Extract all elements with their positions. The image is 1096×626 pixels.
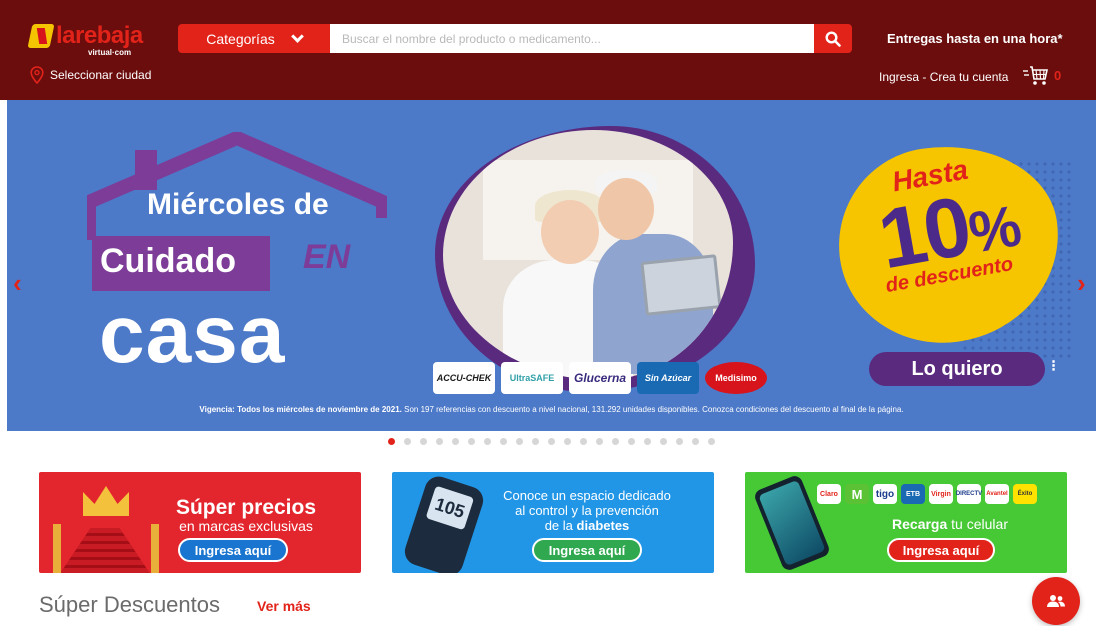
section-title: Súper Descuentos xyxy=(39,592,220,617)
logo-text: larebaja xyxy=(56,22,143,49)
promo-1-subtitle: en marcas exclusivas xyxy=(179,518,313,534)
location-pin-icon xyxy=(30,66,44,84)
promo-card-recarga[interactable]: Claro M tigo ETB Virgin DIRECTV Avantel … xyxy=(745,472,1067,573)
hero-line-3: casa xyxy=(99,289,286,380)
carousel-dot[interactable] xyxy=(644,438,651,445)
carousel-dots xyxy=(388,438,715,445)
brand-logos: ACCU-CHEK UltraSAFE Glucerna Sin Azúcar … xyxy=(433,362,767,394)
promo-card-super-precios[interactable]: Súper precios en marcas exclusivas Ingre… xyxy=(39,472,361,573)
meter-reading: 105 xyxy=(425,485,475,531)
carousel-dot[interactable] xyxy=(388,438,395,445)
carousel-dot[interactable] xyxy=(532,438,539,445)
login-link[interactable]: Ingresa - Crea tu cuenta xyxy=(879,70,1008,84)
operator-etb: ETB xyxy=(901,484,925,504)
carousel-dot[interactable] xyxy=(452,438,459,445)
categories-button[interactable]: Categorías xyxy=(178,24,330,53)
site-header: larebaja virtual·com Categorías Entregas… xyxy=(0,0,1096,100)
carousel-dot[interactable] xyxy=(468,438,475,445)
carousel-dot[interactable] xyxy=(676,438,683,445)
hero-banner[interactable]: ‹ › Miércoles de Cuidado EN casa ACCU-CH… xyxy=(7,100,1096,431)
people-icon xyxy=(1047,595,1065,607)
vigencia-bold: Vigencia: Todos los miércoles de noviemb… xyxy=(199,405,402,414)
promo-2-text-bold: diabetes xyxy=(576,518,630,533)
brand-logo[interactable]: larebaja virtual·com xyxy=(27,22,143,57)
carousel-dot[interactable] xyxy=(500,438,507,445)
cart-count: 0 xyxy=(1054,67,1062,83)
promo-3-title-bold: Recarga xyxy=(892,516,948,532)
arrow-right-icon[interactable]: › xyxy=(1077,268,1086,299)
carousel-dot[interactable] xyxy=(516,438,523,445)
lo-quiero-button[interactable]: Lo quiero xyxy=(869,352,1045,386)
search-input[interactable] xyxy=(330,24,814,53)
operator-virgin: Virgin xyxy=(929,484,953,504)
carousel-dot[interactable] xyxy=(580,438,587,445)
operator-avantel: Avantel xyxy=(985,484,1009,504)
search-icon xyxy=(825,30,841,47)
brand-logo-glucerna: Glucerna xyxy=(569,362,631,394)
ver-mas-link[interactable]: Ver más xyxy=(257,598,311,614)
promo-2-text-2: al control y la prevención xyxy=(515,503,659,518)
carousel-dot[interactable] xyxy=(420,438,427,445)
logo-mark-icon xyxy=(27,24,55,48)
promo-2-button[interactable]: Ingresa aquí xyxy=(532,538,642,562)
vigencia-text: Vigencia: Todos los miércoles de noviemb… xyxy=(7,405,1096,414)
chevron-down-icon xyxy=(290,29,304,43)
glucose-meter-icon: 105 xyxy=(401,472,487,573)
delivery-promise: Entregas hasta en una hora* xyxy=(887,31,1063,46)
promo-2-text-3: de la diabetes xyxy=(484,518,690,533)
photo-woman-head xyxy=(541,200,599,264)
carousel-dot[interactable] xyxy=(564,438,571,445)
categories-label: Categorías xyxy=(206,30,275,47)
carousel-dot[interactable] xyxy=(660,438,667,445)
operator-exito: Éxito xyxy=(1013,484,1037,504)
hero-line-2: Cuidado xyxy=(100,242,236,280)
promo-3-button[interactable]: Ingresa aquí xyxy=(887,538,995,562)
sparkle-icon: ⁝ xyxy=(1051,358,1057,375)
vigencia-detail: Son 197 referencias con descuento a nive… xyxy=(404,405,904,414)
phone-screen xyxy=(758,479,826,567)
promo-1-title: Súper precios xyxy=(175,496,317,519)
promo-2-text-1: Conoce un espacio dedicado xyxy=(503,488,671,503)
operator-claro: Claro xyxy=(817,484,841,504)
chat-support-button[interactable] xyxy=(1032,577,1080,625)
carousel-dot[interactable] xyxy=(484,438,491,445)
carousel-dot[interactable] xyxy=(708,438,715,445)
operator-tigo: tigo xyxy=(873,484,897,504)
brand-logo-accu-chek: ACCU-CHEK xyxy=(433,362,495,394)
promo-3-title: Recarga tu celular xyxy=(845,516,1055,532)
brand-logo-medisimo: Medisimo xyxy=(705,362,767,394)
brand-logo-ultrasafe: UltraSAFE xyxy=(501,362,563,394)
arrow-left-icon[interactable]: ‹ xyxy=(13,268,22,299)
promo-3-title-rest: tu celular xyxy=(951,516,1008,532)
hero-line-2b: EN xyxy=(303,238,351,276)
carousel-dot[interactable] xyxy=(596,438,603,445)
red-carpet-stairs xyxy=(57,528,153,573)
gold-post-left xyxy=(53,524,61,573)
carousel-dot[interactable] xyxy=(436,438,443,445)
city-selector[interactable]: Seleccionar ciudad xyxy=(30,66,151,84)
city-label: Seleccionar ciudad xyxy=(50,68,152,82)
crown-icon xyxy=(83,486,129,516)
promo-2-text-3a: de la xyxy=(544,518,573,533)
cart-icon xyxy=(1023,66,1048,85)
carousel-dot[interactable] xyxy=(404,438,411,445)
carousel-dot[interactable] xyxy=(612,438,619,445)
carousel-dot[interactable] xyxy=(628,438,635,445)
promo-1-button[interactable]: Ingresa aquí xyxy=(178,538,288,562)
promo-card-diabetes[interactable]: 105 Conoce un espacio dedicado al contro… xyxy=(392,472,714,573)
search-button[interactable] xyxy=(814,24,852,53)
logo-subtext: virtual·com xyxy=(88,48,132,57)
hero-line-1: Miércoles de xyxy=(147,188,329,221)
cart-button[interactable]: 0 xyxy=(1022,64,1061,86)
operator-movistar: M xyxy=(845,484,869,504)
brand-logo-sin-azucar: Sin Azúcar xyxy=(637,362,699,394)
photo-man-head xyxy=(598,178,654,240)
carousel-dot[interactable] xyxy=(692,438,699,445)
operator-logos: Claro M tigo ETB Virgin DIRECTV Avantel … xyxy=(817,484,1037,504)
carousel-dot[interactable] xyxy=(548,438,555,445)
photo-tablet xyxy=(640,254,722,316)
operator-directv: DIRECTV xyxy=(956,484,982,504)
